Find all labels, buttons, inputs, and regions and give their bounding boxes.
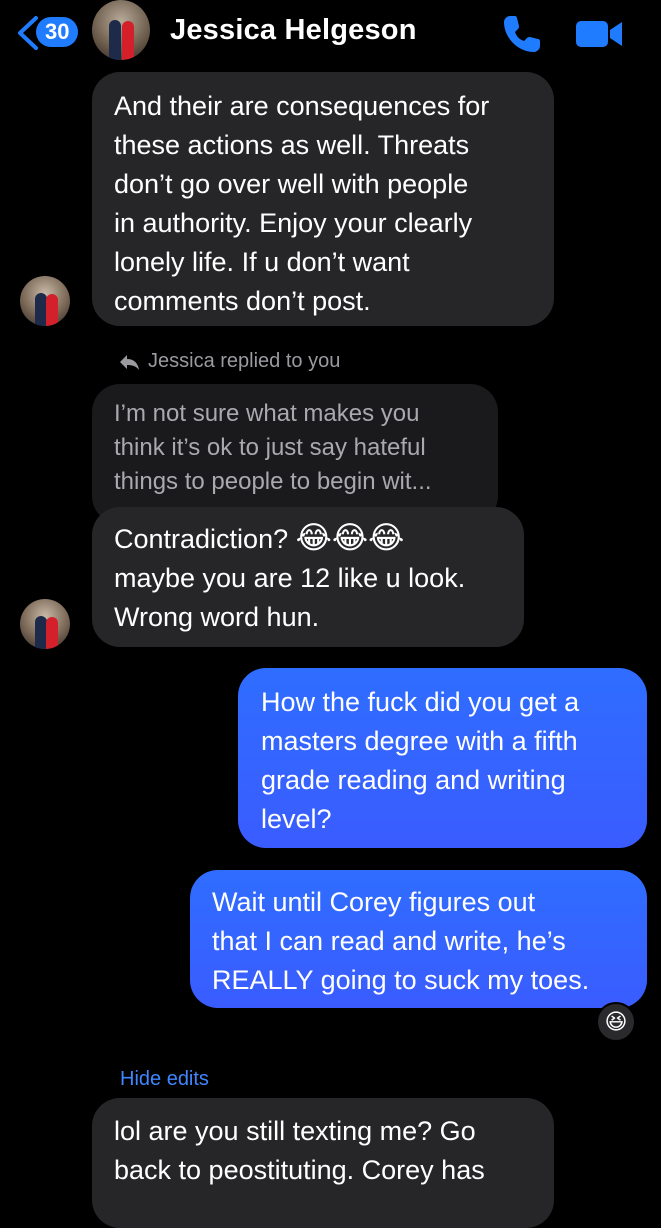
quoted-message-bubble[interactable]: I’m not sure what makes you think it’s o… (92, 384, 498, 524)
message-line: maybe you are 12 like u look. (114, 563, 466, 593)
reply-indicator: Jessica replied to you (118, 350, 340, 373)
laughing-tears-emoji: 😂😂😂 (295, 520, 405, 555)
outgoing-message-bubble[interactable]: Wait until Corey figures out that I can … (190, 870, 647, 1008)
message-line: comments don’t post. (114, 286, 371, 316)
message-line: lol are you still texting me? Go (114, 1116, 476, 1146)
reaction-badge[interactable]: 😆 (596, 1002, 636, 1042)
message-line: lonely life. If u don’t want (114, 247, 410, 277)
unread-count-badge[interactable]: 30 (36, 17, 79, 47)
message-line: REALLY going to suck my toes. (212, 965, 590, 995)
incoming-message-bubble[interactable]: Contradiction? 😂😂😂 maybe you are 12 like… (92, 507, 524, 647)
message-line: these actions as well. Threats (114, 130, 470, 160)
message-line: Wait until Corey figures out (212, 887, 536, 917)
quoted-line: I’m not sure what makes you (114, 400, 420, 427)
hide-edits-link[interactable]: Hide edits (120, 1068, 209, 1091)
sender-avatar[interactable] (20, 276, 70, 326)
message-line: How the fuck did you get a (261, 687, 580, 717)
message-line: Wrong word hun. (114, 602, 320, 632)
incoming-message-bubble[interactable]: lol are you still texting me? Go back to… (92, 1098, 554, 1228)
contact-avatar[interactable] (92, 0, 150, 60)
sender-avatar[interactable] (20, 599, 70, 649)
reply-note-text: Jessica replied to you (148, 350, 341, 372)
incoming-message-bubble[interactable]: And their are consequences for these act… (92, 72, 554, 326)
message-line: Contradiction? 😂😂😂 (114, 520, 405, 555)
outgoing-message-bubble[interactable]: How the fuck did you get a masters degre… (238, 668, 647, 848)
message-line: level? (261, 804, 332, 834)
message-line: in authority. Enjoy your clearly (114, 208, 473, 238)
phone-icon[interactable] (500, 12, 544, 56)
message-line: grade reading and writing (261, 765, 566, 795)
message-line: don’t go over well with people (114, 169, 469, 199)
quoted-line: think it’s ok to just say hateful (114, 434, 426, 461)
message-line: that I can read and write, he’s (212, 926, 566, 956)
message-line: And their are consequences for (114, 91, 490, 121)
quoted-line: things to people to begin wit... (114, 468, 432, 495)
grinning-squinting-emoji: 😆 (604, 1009, 628, 1034)
contact-name[interactable]: Jessica Helgeson (170, 14, 417, 47)
message-line: back to peostituting. Corey has (114, 1155, 485, 1185)
video-camera-icon[interactable] (574, 16, 624, 52)
reply-arrow-icon (120, 354, 139, 370)
message-line: masters degree with a fifth (261, 726, 578, 756)
